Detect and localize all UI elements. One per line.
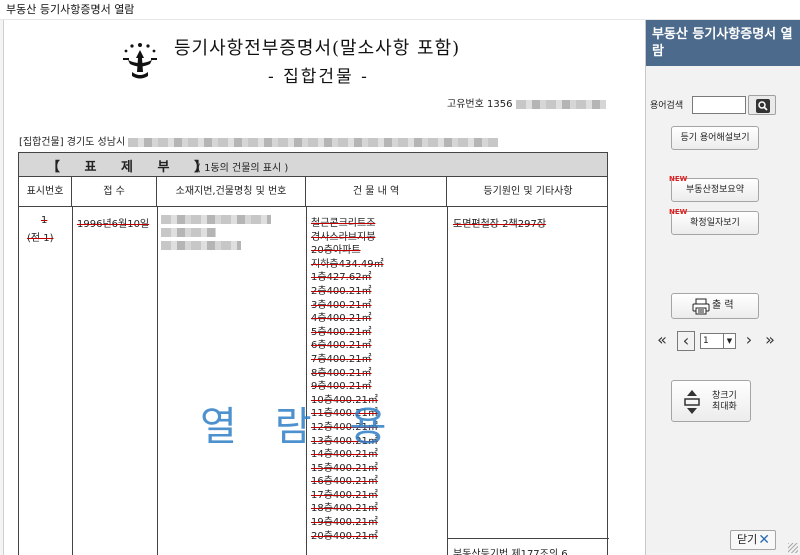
scroll-strip[interactable] (0, 20, 4, 555)
chevron-left-icon: ‹ (682, 331, 690, 350)
page-select[interactable]: 1 ▼ (700, 333, 736, 349)
section-header: 【 표 제 부 】 ( 1동의 건물의 표시 ) (19, 153, 607, 177)
side-panel: 부동산 등기사항증명서 열람 용어검색 등기 용어해설보기 NEW 부동산정보요… (645, 20, 800, 555)
column-header: 등기원인 및 기타사항 (483, 186, 573, 197)
double-chevron-right-icon: » (765, 330, 775, 349)
fixed-date-button-label: 확정일자보기 (690, 218, 740, 228)
registration-cause: 도면편철장 2책297장 (453, 219, 547, 230)
maximize-button[interactable]: 창크기 최대화 (671, 380, 751, 422)
list-item: 철근콘크리트조 (311, 218, 376, 229)
list-item: 2층400.21㎡ (311, 285, 372, 297)
search-label: 용어검색 (650, 101, 684, 111)
double-chevron-left-icon: « (657, 330, 667, 349)
page-select-value: 1 (703, 336, 709, 346)
column-header: 건 물 내 역 (306, 177, 447, 206)
registration-cause-next: 부동산등기법 제177조의 6 (453, 549, 568, 555)
next-page-button[interactable]: › (740, 331, 758, 351)
divider (157, 207, 158, 555)
last-page-button[interactable]: » (761, 331, 779, 351)
list-item: 16층400.21㎡ (311, 476, 378, 488)
list-item: 8층400.21㎡ (311, 367, 372, 379)
list-item: 18층400.21㎡ (311, 503, 378, 515)
fixed-date-button[interactable]: NEW 확정일자보기 (669, 208, 759, 235)
search-input[interactable] (692, 96, 746, 114)
new-badge: NEW (669, 208, 688, 216)
unique-number-text: 고유번호 1356 (447, 99, 513, 110)
address-line: [집합건물] 경기도 성남시 (19, 133, 499, 148)
maximize-label: 창크기 최대화 (712, 391, 737, 413)
divider (306, 207, 307, 555)
close-button-label: 닫기 (737, 533, 758, 546)
document-subtitle: - 집합건물 - (268, 67, 369, 87)
maximize-icon (684, 390, 700, 414)
document-header: 등기사항전부증명서(말소사항 포함) - 집합건물 - (118, 32, 538, 92)
received-date: 1996년6월10일 (77, 219, 150, 230)
maximize-label-line: 창크기 (712, 391, 737, 401)
summary-button-label: 부동산정보요약 (686, 185, 744, 195)
summary-button[interactable]: NEW 부동산정보요약 (669, 175, 759, 202)
redacted-block (515, 99, 606, 109)
close-button[interactable]: 닫기 ✕ (730, 530, 776, 550)
list-item: 지하층434.49㎡ (311, 258, 384, 270)
column-header-row: 표시번호 접 수 소재지번,건물명칭 및 번호 건 물 내 역 등기원인 및 기… (19, 177, 607, 207)
list-item: 5층400.21㎡ (311, 326, 372, 338)
prev-page-button[interactable]: ‹ (677, 331, 695, 351)
column-header: 소재지번,건물명칭 및 번호 (157, 177, 306, 206)
display-number: 1 (41, 215, 48, 226)
watermark: 열람용 (200, 404, 425, 450)
redacted-block (161, 228, 216, 237)
court-emblem-icon (123, 43, 157, 79)
close-icon: ✕ (758, 532, 770, 548)
list-item: 15층400.21㎡ (311, 462, 378, 474)
redacted-block (161, 215, 271, 224)
list-item: 17층400.21㎡ (311, 489, 378, 501)
list-item: 6층400.21㎡ (311, 340, 372, 352)
document-title: 등기사항전부증명서(말소사항 포함) (174, 38, 461, 59)
print-button-label: 출 력 (712, 300, 734, 311)
document-viewer[interactable]: 등기사항전부증명서(말소사항 포함) - 집합건물 - 고유번호 1356 [집… (0, 20, 644, 555)
register-table: 【 표 제 부 】 ( 1동의 건물의 표시 ) 표시번호 접 수 소재지번,건… (18, 152, 609, 555)
list-item: 19층400.21㎡ (311, 517, 378, 529)
section-subtitle: ( 1동의 건물의 표시 ) (197, 163, 289, 174)
display-number-sub: (전 1) (27, 233, 54, 244)
chevron-right-icon: › (745, 330, 753, 349)
list-item: 경사스라브지붕 (311, 231, 376, 243)
list-item: 20층400.21㎡ (311, 530, 378, 542)
maximize-label-line: 최대화 (712, 402, 737, 412)
column-header: 표시번호 (19, 177, 72, 206)
first-page-button[interactable]: « (653, 331, 671, 351)
divider (447, 207, 448, 555)
new-badge: NEW (669, 175, 688, 183)
print-button[interactable]: 출 력 (671, 293, 759, 319)
list-item: 9층400.21㎡ (311, 381, 372, 393)
divider (72, 207, 73, 555)
list-item: 20층아파트 (311, 245, 361, 257)
resize-grip[interactable] (788, 543, 798, 553)
printer-icon (692, 298, 710, 315)
list-item: 1층427.62㎡ (311, 272, 372, 284)
building-details-list: 철근콘크리트조 경사스라브지붕 20층아파트 지하층434.49㎡ 1층427.… (311, 217, 384, 543)
glossary-button[interactable]: 등기 용어해설보기 (671, 126, 759, 150)
window-title: 부동산 등기사항증명서 열람 (0, 0, 800, 20)
chevron-down-icon: ▼ (723, 334, 735, 348)
redacted-block (128, 137, 499, 147)
list-item: 7층400.21㎡ (311, 353, 372, 365)
address-text: [집합건물] 경기도 성남시 (19, 137, 126, 148)
section-title: 【 표 제 부 】 (47, 160, 217, 175)
redacted-location (161, 215, 271, 250)
redacted-block (161, 241, 241, 250)
divider (447, 538, 609, 539)
column-header: 접 수 (72, 177, 157, 206)
unique-number: 고유번호 1356 (447, 95, 606, 110)
search-icon (756, 99, 770, 113)
search-button[interactable] (748, 95, 776, 115)
list-item: 4층400.21㎡ (311, 313, 372, 325)
panel-title: 부동산 등기사항증명서 열람 (646, 20, 800, 66)
list-item: 3층400.21㎡ (311, 299, 372, 311)
